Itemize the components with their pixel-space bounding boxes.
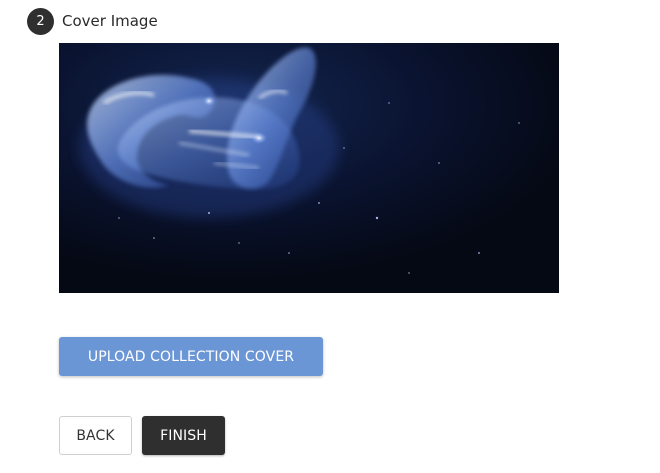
upload-collection-cover-button[interactable]: UPLOAD COLLECTION COVER [59, 337, 323, 376]
step-number-badge: 2 [27, 8, 54, 35]
cover-image-jellyfish [59, 43, 559, 293]
step-header: 2 Cover Image [27, 8, 158, 35]
back-button[interactable]: BACK [59, 416, 132, 455]
finish-button[interactable]: FINISH [142, 416, 225, 455]
step-title: Cover Image [62, 12, 158, 30]
cover-image-preview [59, 43, 559, 293]
